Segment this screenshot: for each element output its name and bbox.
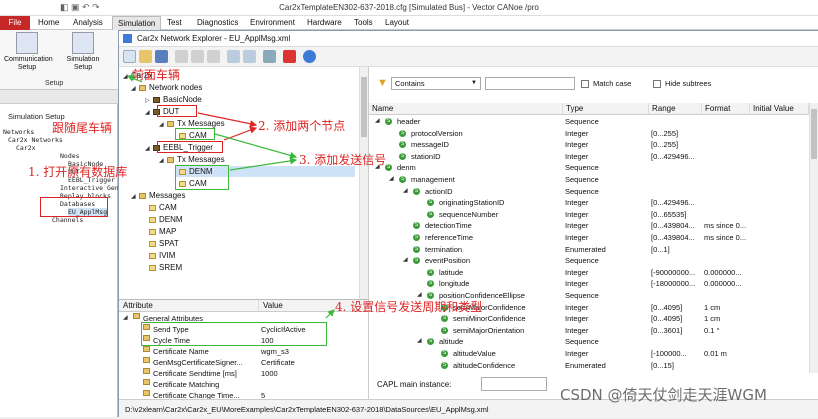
annotation-arrows bbox=[126, 75, 335, 319]
csdn-watermark: CSDN @倚天仗剑走天涯WGM bbox=[560, 386, 767, 404]
